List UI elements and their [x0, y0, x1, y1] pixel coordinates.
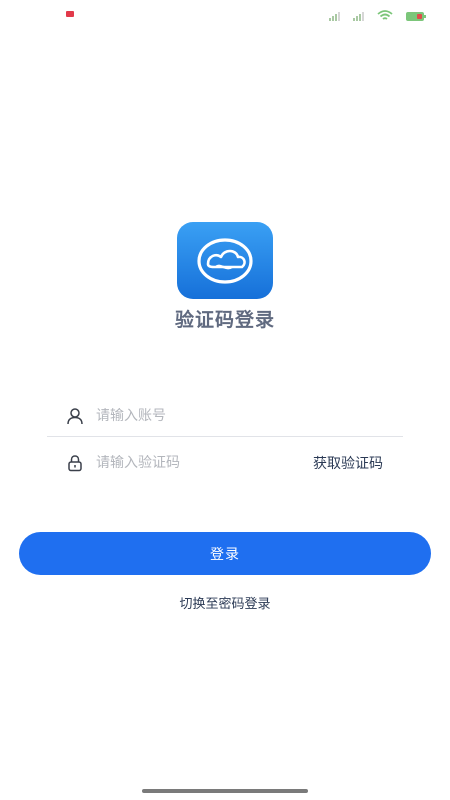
wifi-icon	[377, 10, 393, 20]
signal-icon	[329, 11, 340, 21]
status-bar	[0, 0, 450, 30]
app-logo	[177, 222, 273, 299]
verification-code-input[interactable]	[96, 455, 313, 471]
account-input[interactable]	[96, 408, 403, 424]
cloud-logo-icon	[197, 237, 253, 284]
login-screen: 验证码登录 获取验证码 登录 切换至密码登录	[0, 0, 450, 800]
battery-icon	[406, 12, 426, 21]
status-icons	[329, 9, 426, 21]
get-code-button[interactable]: 获取验证码	[313, 453, 383, 473]
notification-badge-icon	[66, 11, 74, 17]
account-field	[47, 396, 403, 437]
signal-icon	[353, 11, 364, 21]
lock-icon	[66, 454, 84, 472]
verification-code-field: 获取验证码	[47, 443, 403, 483]
login-button[interactable]: 登录	[19, 532, 431, 575]
home-indicator	[142, 789, 308, 793]
page-title: 验证码登录	[174, 309, 275, 331]
user-icon	[66, 407, 84, 425]
switch-to-password-login-link[interactable]: 切换至密码登录	[0, 593, 450, 612]
